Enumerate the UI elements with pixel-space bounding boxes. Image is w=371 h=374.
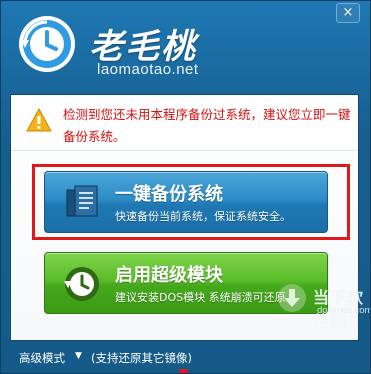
restore-clock-icon	[64, 267, 99, 301]
download-arrow-icon	[278, 284, 306, 312]
backup-button-title: 一键备份系统	[115, 184, 223, 205]
footer-bar: 高级模式 ▼ (支持还原其它镜像)	[1, 341, 370, 373]
warning-icon	[26, 108, 52, 132]
brand-url: laomaotao.net	[97, 61, 199, 78]
chevron-down-icon[interactable]: ▼	[75, 351, 82, 361]
close-button[interactable]: ×	[336, 3, 360, 23]
advanced-mode-link[interactable]: 高级模式	[19, 350, 65, 366]
watermark-url: downxia.com	[317, 305, 371, 316]
documents-icon	[66, 185, 98, 217]
title-bar: × 老毛桃 laomaotao.net	[1, 1, 370, 87]
super-module-button-title: 启用超级模块	[115, 265, 223, 286]
super-module-button-subtitle: 建议安装DOS模块 系统崩溃可还原	[115, 291, 286, 304]
backup-system-button[interactable]: 一键备份系统 快速备份当前系统，保证系统安全。	[44, 171, 328, 233]
backup-clock-icon	[19, 16, 75, 72]
backup-button-subtitle: 快速备份当前系统，保证系统安全。	[115, 210, 291, 223]
app-window: × 老毛桃 laomaotao.net 检测到您还未用本程序备份过系统，建议您立…	[0, 0, 371, 374]
red-marker	[179, 369, 188, 373]
advanced-mode-note: (支持还原其它镜像)	[91, 351, 192, 365]
divider	[11, 150, 358, 151]
notice-text: 检测到您还未用本程序备份过系统，建议您立即一键备份系统。	[63, 107, 351, 144]
